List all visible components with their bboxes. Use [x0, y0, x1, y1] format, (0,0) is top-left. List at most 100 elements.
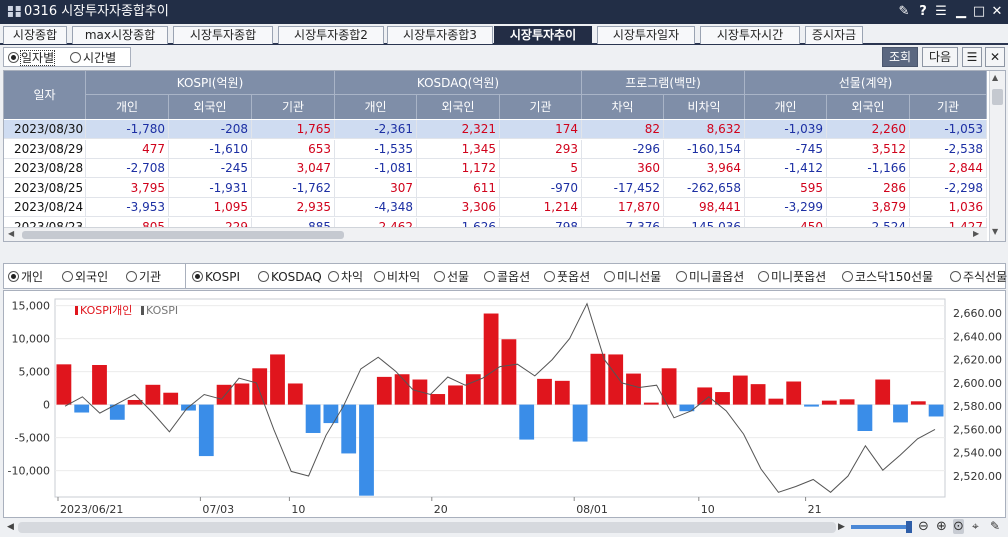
close-panel-icon[interactable]: ✕	[985, 47, 1005, 67]
right-tick-label: 2,600.00	[953, 377, 1002, 390]
zoom-slider-handle[interactable]	[906, 521, 912, 533]
column-header[interactable]: 기관	[910, 95, 987, 119]
tab-6[interactable]: 시장투자추이	[494, 26, 592, 44]
bar	[465, 374, 481, 405]
market-radio[interactable]: 미니콜옵션	[676, 269, 744, 285]
right-axis: 2,660.00 2,640.00 2,620.00 2,600.00 2,580.00…	[953, 307, 1002, 483]
market-label: 차익	[341, 270, 364, 284]
left-axis: 15,000 10,000 5,000 0 -5,000 -10,000	[8, 300, 50, 478]
column-header[interactable]: 기관	[252, 95, 335, 119]
market-radio[interactable]: 미니풋옵션	[758, 269, 826, 285]
tab-1[interactable]: 시장종합	[3, 26, 67, 44]
column-header[interactable]: 외국인	[417, 95, 500, 119]
table-row[interactable]: 2023/08/28 -2,708 -245 3,047 -1,081 1,172 5 360…	[4, 159, 987, 178]
value-cell: 2,260	[827, 120, 910, 139]
settings-icon[interactable]: ☰	[933, 3, 949, 21]
bar	[56, 364, 72, 405]
chart-footer: ◀ ▶ ⊖ ⊕ ⊙ ⌖ ✎	[0, 519, 1008, 537]
bar	[430, 394, 446, 405]
value-cell: -208	[169, 120, 252, 139]
zoom-out-icon[interactable]: ⊖	[918, 519, 929, 534]
column-header[interactable]: 외국인	[169, 95, 252, 119]
bar	[270, 354, 285, 405]
value-cell: -1,610	[169, 139, 252, 159]
bar	[839, 399, 855, 405]
chart-scroll-left-icon[interactable]: ◀	[7, 522, 14, 532]
chart-horizontal-scrollbar[interactable]	[18, 522, 836, 533]
table-row[interactable]: 2023/08/29 477 -1,610 653 -1,535 1,345 293 -296…	[4, 139, 987, 159]
scroll-up-icon[interactable]: ▲	[992, 73, 998, 82]
chart-settings-icon[interactable]: ✎	[990, 519, 1000, 533]
column-header[interactable]: 비차익	[664, 95, 745, 119]
investor-radio[interactable]: 외국인	[62, 269, 108, 285]
radio-dot-icon	[758, 271, 769, 282]
value-cell: -1,039	[745, 120, 827, 139]
investor-label: 개인	[21, 270, 44, 284]
table-row[interactable]: 2023/08/25 3,795 -1,931 -1,762 307 611 -970 -17…	[4, 178, 987, 198]
market-radio[interactable]: KOSDAQ	[258, 269, 322, 285]
tab-5[interactable]: 시장투자종합3	[387, 26, 493, 44]
market-radio[interactable]: 주식선물	[950, 269, 1007, 285]
table-row[interactable]: 2023/08/24 -3,953 1,095 2,935 -4,348 3,306 1,2…	[4, 198, 987, 217]
column-header[interactable]: 기관	[500, 95, 582, 119]
period-daily-radio[interactable]: 일자별	[8, 50, 56, 66]
period-time-radio[interactable]: 시간별	[70, 50, 116, 66]
market-radio[interactable]: 코스닥150선물	[842, 269, 933, 285]
list-menu-icon[interactable]: ☰	[962, 47, 982, 67]
scroll-left-icon[interactable]: ◀	[8, 229, 14, 238]
crosshair-tool-icon[interactable]: ⌖	[972, 519, 979, 534]
investor-radio[interactable]: 개인	[8, 269, 43, 285]
market-radio[interactable]: 선물	[434, 269, 469, 285]
column-header[interactable]: 개인	[86, 95, 169, 119]
tab-3[interactable]: 시장투자종합	[173, 26, 273, 44]
value-cell: -2,298	[910, 178, 987, 198]
column-header[interactable]: 외국인	[827, 95, 910, 119]
minimize-icon[interactable]: ▁	[953, 3, 969, 21]
grid-horizontal-thumb[interactable]	[22, 231, 344, 239]
column-header[interactable]: 개인	[335, 95, 417, 119]
column-header[interactable]: 차익	[582, 95, 664, 119]
maximize-icon[interactable]: □	[971, 3, 987, 21]
bar	[323, 404, 339, 424]
window-menu-icon[interactable]: ▪▪ ▪▪	[7, 4, 22, 20]
tab-8[interactable]: 시장투자시간	[700, 26, 800, 44]
investor-radio[interactable]: 기관	[126, 269, 161, 285]
close-icon[interactable]: ✕	[989, 3, 1005, 21]
zoom-fit-icon[interactable]: ⊙	[953, 519, 964, 534]
chart-panel: 15,000 10,000 5,000 0 -5,000 -10,000 2,660.00…	[3, 290, 1006, 518]
tab-7[interactable]: 시장투자일자	[597, 26, 695, 44]
market-radio[interactable]: 미니선물	[604, 269, 661, 285]
tab-2[interactable]: max시장종합	[72, 26, 168, 44]
market-radio[interactable]: KOSPI	[192, 269, 240, 285]
next-button[interactable]: 다음	[922, 47, 958, 67]
table-row[interactable]: 2023/08/30 -1,780 -208 1,765 -2,361 2,321 174 8…	[4, 120, 987, 139]
query-button[interactable]: 조회	[882, 47, 918, 67]
help-icon[interactable]: ?	[915, 3, 931, 21]
grid-vertical-thumb[interactable]	[992, 89, 1003, 105]
radio-dot-icon	[544, 271, 555, 282]
market-radio[interactable]: 비차익	[374, 269, 420, 285]
bar	[750, 384, 766, 405]
market-label: 콜옵션	[497, 270, 531, 284]
scroll-right-icon[interactable]: ▶	[973, 229, 979, 238]
column-header[interactable]: 개인	[745, 95, 827, 119]
market-radio[interactable]: 풋옵션	[544, 269, 590, 285]
bar	[804, 404, 819, 407]
bar	[608, 354, 624, 405]
chart-scroll-right-icon[interactable]: ▶	[838, 522, 845, 532]
bar	[928, 404, 944, 417]
bar	[92, 365, 107, 405]
grid-horizontal-scrollbar[interactable]: ◀ ▶	[4, 227, 987, 241]
tab-9[interactable]: 증시자금	[805, 26, 863, 44]
scroll-down-icon[interactable]: ▼	[992, 227, 998, 236]
market-radio[interactable]: 콜옵션	[484, 269, 530, 285]
radio-dot-icon	[328, 271, 339, 282]
value-cell: 8,632	[664, 120, 745, 139]
zoom-slider[interactable]	[851, 525, 911, 529]
tab-4[interactable]: 시장투자종합2	[278, 26, 384, 44]
value-cell: -3,953	[86, 198, 169, 217]
pin-icon[interactable]: ✎	[896, 3, 912, 21]
zoom-in-icon[interactable]: ⊕	[936, 519, 947, 534]
grid-vertical-scrollbar[interactable]: ▲ ▼	[989, 71, 1005, 241]
market-radio[interactable]: 차익	[328, 269, 363, 285]
